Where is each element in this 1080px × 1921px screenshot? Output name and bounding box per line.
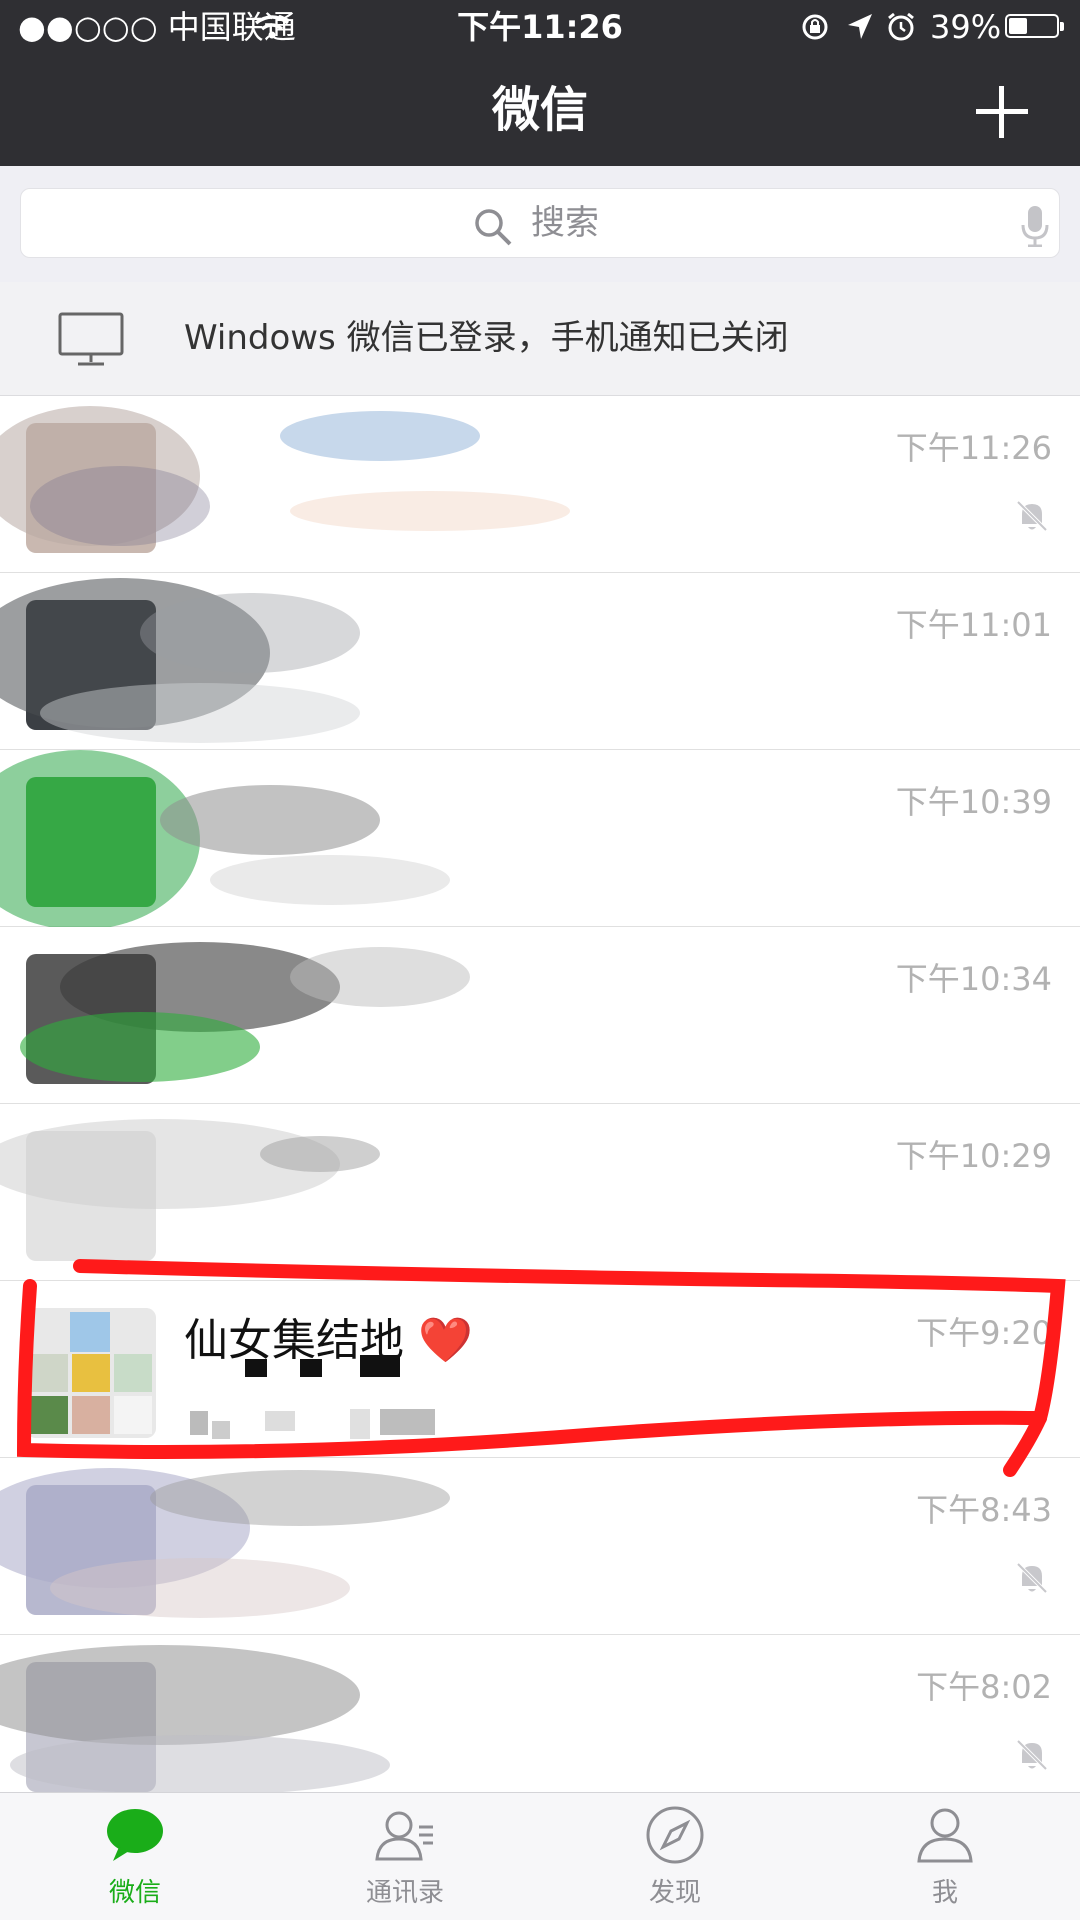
chat-time: 下午9:20 xyxy=(916,1314,1052,1352)
chat-time: 下午11:01 xyxy=(895,606,1052,644)
chat-row[interactable]: 下午10:29 xyxy=(0,1104,1080,1281)
chat-row[interactable]: 下午11:26 xyxy=(0,396,1080,573)
battery-icon xyxy=(1005,14,1064,38)
compass-icon xyxy=(646,1806,704,1864)
tab-label: 我 xyxy=(931,1878,958,1908)
group-avatar xyxy=(26,1308,156,1438)
mute-bell-icon xyxy=(1016,500,1048,532)
chat-bubble-icon xyxy=(107,1809,163,1861)
search-bar: 搜索 xyxy=(0,166,1080,282)
group-avatar-grid xyxy=(26,1308,156,1438)
battery-percent: 39% xyxy=(930,8,1002,46)
chat-time: 下午10:39 xyxy=(895,783,1052,821)
search-placeholder: 搜索 xyxy=(531,203,599,243)
chat-row[interactable]: 下午11:01 xyxy=(0,573,1080,750)
chat-list: 下午11:26 下午11:01 下午10:39 下午10:34 下午10:29 … xyxy=(0,396,1080,1792)
avatar xyxy=(26,423,156,553)
tab-bar: 微信 通讯录 发现 我 xyxy=(0,1792,1080,1920)
app-header: ●●○○○ 中国联通 下午11:26 39% 微信 xyxy=(0,0,1080,166)
status-time: 下午11:26 xyxy=(457,8,623,46)
status-bar: ●●○○○ 中国联通 下午11:26 39% xyxy=(0,0,1080,55)
chat-time: 下午11:26 xyxy=(895,429,1052,467)
tab-chats[interactable]: 微信 xyxy=(0,1793,270,1921)
chat-row[interactable]: 下午10:39 xyxy=(0,750,1080,927)
location-icon xyxy=(848,14,872,39)
tab-label: 微信 xyxy=(108,1878,161,1908)
mute-bell-icon xyxy=(1016,1739,1048,1771)
avatar xyxy=(26,777,156,907)
chat-time: 下午8:43 xyxy=(916,1491,1052,1529)
alarm-icon xyxy=(888,12,914,41)
chat-time: 下午8:02 xyxy=(916,1668,1052,1706)
avatar xyxy=(26,954,156,1084)
avatar xyxy=(26,600,156,730)
chat-time: 下午10:34 xyxy=(895,960,1052,998)
chat-time: 下午10:29 xyxy=(895,1137,1052,1175)
person-icon xyxy=(917,1808,973,1863)
contacts-icon xyxy=(375,1811,433,1861)
avatar xyxy=(26,1662,156,1792)
monitor-icon xyxy=(58,312,124,366)
tab-label: 发现 xyxy=(648,1878,701,1908)
chat-row[interactable]: 下午10:34 xyxy=(0,927,1080,1104)
search-icon xyxy=(475,209,512,246)
tab-me[interactable]: 我 xyxy=(810,1793,1080,1921)
search-input[interactable]: 搜索 xyxy=(20,188,1060,258)
login-notice[interactable]: Windows 微信已登录，手机通知已关闭 xyxy=(0,282,1080,396)
mute-bell-icon xyxy=(1016,1562,1048,1594)
chat-name: 仙女集结地 ❤️ xyxy=(184,1315,473,1366)
chat-row[interactable]: 下午8:02 xyxy=(0,1635,1080,1792)
rotation-lock-icon xyxy=(802,14,828,40)
avatar xyxy=(26,1485,156,1615)
avatar xyxy=(26,1131,156,1261)
microphone-icon[interactable] xyxy=(1021,205,1049,247)
notice-text: Windows 微信已登录，手机通知已关闭 xyxy=(184,318,789,358)
plus-icon[interactable] xyxy=(974,84,1030,140)
chat-row[interactable]: 下午8:43 xyxy=(0,1458,1080,1635)
tab-label: 通讯录 xyxy=(365,1878,444,1908)
page-title: 微信 xyxy=(491,82,588,138)
chat-row-highlighted[interactable]: 仙女集结地 ❤️ 下午9:20 xyxy=(0,1281,1080,1458)
tab-contacts[interactable]: 通讯录 xyxy=(270,1793,540,1921)
tab-discover[interactable]: 发现 xyxy=(540,1793,810,1921)
